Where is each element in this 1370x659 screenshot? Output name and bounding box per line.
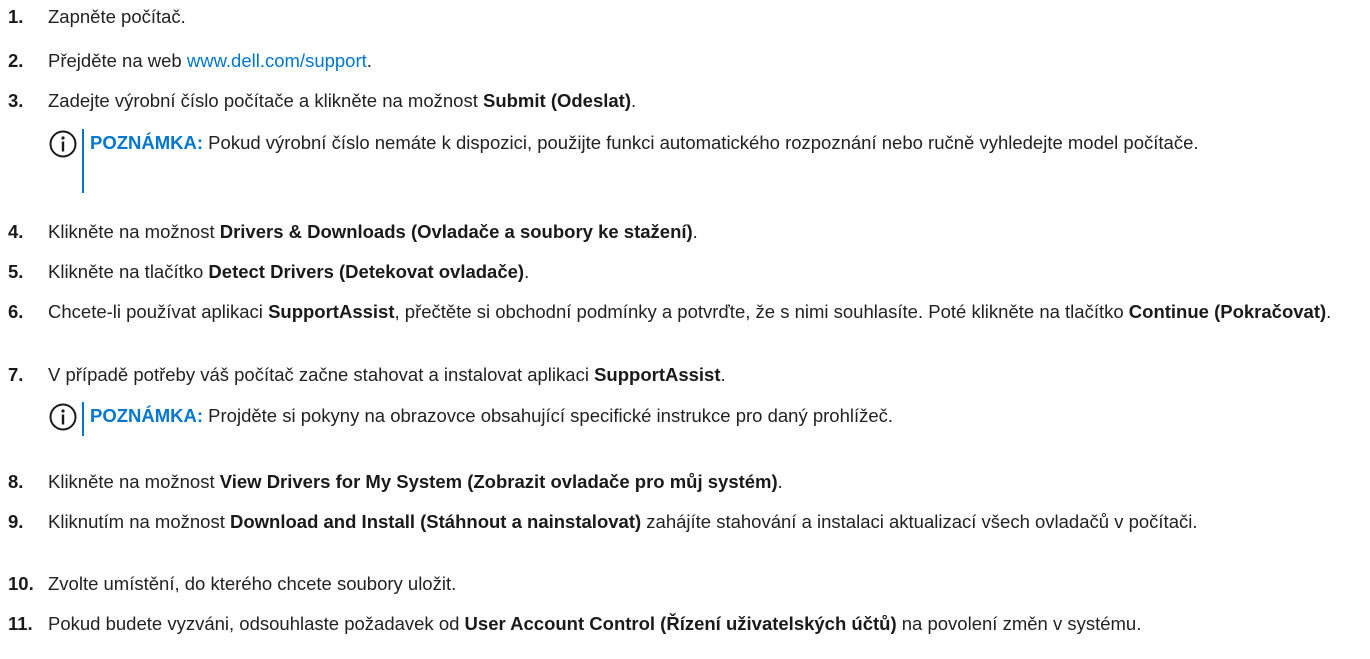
step-text: V případě potřeby váš počítač začne stah… (48, 364, 726, 385)
note-1: POZNÁMKA: Pokud výrobní číslo nemáte k d… (48, 127, 1364, 193)
step-number: 10. (8, 573, 34, 594)
step-number: 4. (8, 221, 24, 242)
step-9: 9. Kliknutím na možnost Download and Ins… (8, 510, 1364, 534)
info-icon (48, 129, 78, 159)
step-text: Zapněte počítač. (48, 6, 186, 27)
step-text: Chcete-li používat aplikaci SupportAssis… (48, 301, 1332, 322)
step-text: Klikněte na možnost View Drivers for My … (48, 471, 783, 492)
note-text: POZNÁMKA: Pokud výrobní číslo nemáte k d… (90, 132, 1199, 153)
info-icon (48, 402, 78, 432)
step-text: Kliknutím na možnost Download and Instal… (48, 511, 1198, 532)
step-text: Přejděte na web www.dell.com/support. (48, 50, 372, 71)
step-text: Klikněte na tlačítko Detect Drivers (Det… (48, 261, 530, 282)
step-1: 1. Zapněte počítač. (8, 5, 1364, 29)
note-text: POZNÁMKA: Projděte si pokyny na obrazovc… (90, 405, 894, 426)
step-11: 11. Pokud budete vyzváni, odsouhlaste po… (8, 612, 1364, 636)
step-4: 4. Klikněte na možnost Drivers & Downloa… (8, 220, 1364, 244)
step-text: Pokud budete vyzváni, odsouhlaste požada… (48, 613, 1142, 634)
step-number: 8. (8, 471, 24, 492)
note-divider (82, 402, 84, 436)
dell-support-link[interactable]: www.dell.com/support (187, 50, 367, 71)
step-2: 2. Přejděte na web www.dell.com/support. (8, 49, 1364, 73)
step-number: 3. (8, 90, 24, 111)
step-number: 1. (8, 6, 24, 27)
step-8: 8. Klikněte na možnost View Drivers for … (8, 470, 1364, 494)
step-number: 9. (8, 511, 24, 532)
step-number: 5. (8, 261, 24, 282)
step-5: 5. Klikněte na tlačítko Detect Drivers (… (8, 260, 1364, 284)
step-number: 6. (8, 301, 24, 322)
step-text: Klikněte na možnost Drivers & Downloads … (48, 221, 698, 242)
step-number: 2. (8, 50, 24, 71)
step-3: 3. Zadejte výrobní číslo počítače a klik… (8, 89, 1364, 113)
step-text: Zvolte umístění, do kterého chcete soubo… (48, 573, 457, 594)
instructions-page: 1. Zapněte počítač. 2. Přejděte na web w… (0, 0, 1370, 659)
step-10: 10. Zvolte umístění, do kterého chcete s… (8, 572, 1364, 596)
step-number: 11. (8, 613, 33, 634)
step-text: Zadejte výrobní číslo počítače a kliknět… (48, 90, 637, 111)
note-label: POZNÁMKA: (90, 405, 204, 426)
note-2: POZNÁMKA: Projděte si pokyny na obrazovc… (48, 400, 1364, 436)
step-6: 6. Chcete-li používat aplikaci SupportAs… (8, 300, 1364, 324)
step-7: 7. V případě potřeby váš počítač začne s… (8, 363, 1364, 387)
note-divider (82, 129, 84, 193)
step-number: 7. (8, 364, 24, 385)
note-label: POZNÁMKA: (90, 132, 204, 153)
